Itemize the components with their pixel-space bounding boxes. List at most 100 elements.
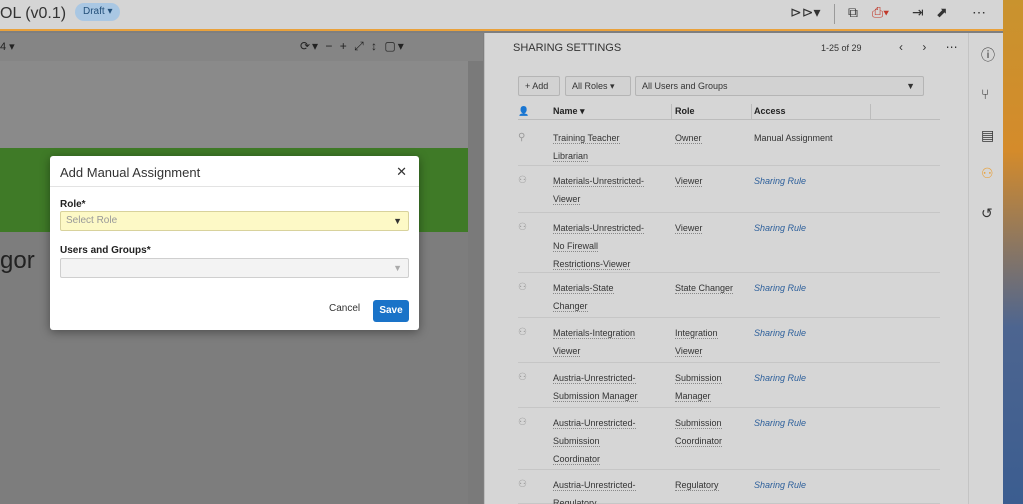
table-row[interactable]: ⚇ Austria-Unrestricted- Submission Manager… bbox=[518, 363, 940, 408]
cancel-button[interactable]: Cancel bbox=[329, 303, 360, 314]
table-row[interactable]: ⚇ Materials-Unrestricted- Viewer Viewer Shar… bbox=[518, 166, 940, 213]
document-icon[interactable]: ▤ bbox=[981, 127, 994, 144]
users-groups-select[interactable]: ▼ bbox=[60, 258, 409, 278]
row-role-line: Submission bbox=[675, 373, 722, 384]
row-role[interactable]: Submission Manager bbox=[675, 369, 753, 405]
row-role[interactable]: Regulatory bbox=[675, 476, 753, 494]
copy-icon[interactable]: ⧉ bbox=[848, 4, 858, 21]
table-row[interactable]: ⚇ Materials-Unrestricted- No Firewall Restr… bbox=[518, 213, 940, 273]
row-role[interactable]: State Changer bbox=[675, 279, 753, 297]
row-name-line: Viewer bbox=[553, 346, 581, 357]
group-icon: ⚇ bbox=[518, 479, 527, 490]
role-select[interactable]: Select Role ▼ bbox=[60, 211, 409, 231]
row-access[interactable]: Sharing Rule bbox=[754, 279, 806, 297]
table-row[interactable]: ⚇ Austria-Unrestricted- Regulatory Regulato… bbox=[518, 470, 940, 504]
export-icon[interactable]: ⇥ bbox=[912, 4, 924, 21]
document-title: OL (v0.1) bbox=[0, 5, 67, 22]
roles-filter-label: All Roles bbox=[572, 81, 608, 91]
sharing-settings-panel: SHARING SETTINGS 1-25 of 29 ‹ › ⋯ + Add … bbox=[484, 33, 968, 504]
group-icon: ⚇ bbox=[518, 327, 527, 338]
row-name-line: Restrictions-Viewer bbox=[553, 259, 631, 270]
role-label: Role* bbox=[60, 199, 86, 210]
viewer-toolbar: 4 ▾ ⟳▾ − + ⤢ ↕ ▢▾ bbox=[0, 33, 483, 61]
dialog-title: Add Manual Assignment bbox=[60, 165, 201, 180]
more-icon[interactable]: ⋯ bbox=[972, 4, 986, 21]
row-role-line: Submission bbox=[675, 418, 722, 429]
column-name-label: Name bbox=[553, 106, 578, 116]
table-row[interactable]: ⚲ Training Teacher Librarian Owner Manual As… bbox=[518, 123, 940, 166]
row-name[interactable]: Austria-Unrestricted- Submission Coordinat… bbox=[553, 414, 668, 468]
top-bar: OL (v0.1) Draft ▾ ⊳⊳▾ ⧉ ⎙▾ ⇥ ⬈ ⋯ bbox=[0, 0, 1003, 31]
column-access: Access bbox=[754, 106, 786, 116]
row-name-line: Materials-Unrestricted- bbox=[553, 176, 645, 187]
row-role[interactable]: Viewer bbox=[675, 219, 753, 237]
row-access[interactable]: Sharing Rule bbox=[754, 172, 806, 190]
row-access[interactable]: Sharing Rule bbox=[754, 369, 806, 387]
row-name-line: Coordinator bbox=[553, 454, 601, 465]
person-icon: 👤 bbox=[518, 106, 530, 116]
row-role[interactable]: Viewer bbox=[675, 172, 753, 190]
row-name-line: Materials-State bbox=[553, 283, 614, 294]
row-role-line: Coordinator bbox=[675, 436, 723, 447]
group-icon: ⚇ bbox=[518, 417, 527, 428]
save-button[interactable]: Save bbox=[373, 300, 409, 322]
row-role-line: Regulatory bbox=[675, 480, 719, 491]
add-manual-assignment-dialog: Add Manual Assignment ✕ Role* Select Rol… bbox=[50, 156, 419, 330]
column-divider bbox=[671, 104, 672, 120]
page-indicator[interactable]: 4 ▾ bbox=[0, 40, 15, 53]
info-icon[interactable]: ⓘ bbox=[981, 45, 995, 65]
row-access[interactable]: Sharing Rule bbox=[754, 414, 806, 432]
workflow-icon[interactable]: ⊳⊳▾ bbox=[790, 4, 821, 21]
history-icon[interactable]: ↺ bbox=[981, 205, 993, 222]
table-row[interactable]: ⚇ Materials-State Changer State Changer Shar… bbox=[518, 273, 940, 318]
document-area-top bbox=[0, 61, 468, 148]
row-name-line: Viewer bbox=[553, 194, 581, 205]
row-name[interactable]: Materials-State Changer bbox=[553, 279, 668, 315]
add-button[interactable]: + Add bbox=[518, 76, 560, 96]
row-name-line: Librarian bbox=[553, 151, 589, 162]
draft-label: Draft bbox=[83, 6, 105, 17]
row-role-line: Viewer bbox=[675, 176, 703, 187]
row-access: Manual Assignment bbox=[754, 133, 833, 143]
pagination-controls[interactable]: ‹ › ⋯ bbox=[899, 40, 966, 54]
row-access[interactable]: Sharing Rule bbox=[754, 324, 806, 342]
row-name[interactable]: Austria-Unrestricted- Submission Manager bbox=[553, 369, 668, 405]
users-groups-filter[interactable]: All Users and Groups ▼ bbox=[635, 76, 924, 96]
row-role-line: Manager bbox=[675, 391, 711, 402]
row-name[interactable]: Austria-Unrestricted- Regulatory bbox=[553, 476, 668, 504]
close-icon[interactable]: ✕ bbox=[396, 164, 407, 180]
pdf-icon[interactable]: ⎙▾ bbox=[872, 4, 889, 21]
row-name[interactable]: Materials-Unrestricted- Viewer bbox=[553, 172, 668, 208]
row-name-line: Materials-Unrestricted- bbox=[553, 223, 645, 234]
row-name-line: Austria-Unrestricted- bbox=[553, 480, 636, 491]
users-groups-label: Users and Groups* bbox=[60, 245, 151, 256]
sharing-icon[interactable]: ⚇ bbox=[981, 165, 994, 182]
column-divider bbox=[751, 104, 752, 120]
column-name[interactable]: Name ▾ bbox=[553, 106, 585, 117]
row-name[interactable]: Materials-Unrestricted- No Firewall Restri… bbox=[553, 219, 668, 273]
branch-icon[interactable]: ⑂ bbox=[981, 86, 989, 102]
row-name[interactable]: Training Teacher Librarian bbox=[553, 129, 668, 165]
row-access[interactable]: Sharing Rule bbox=[754, 219, 806, 237]
row-name[interactable]: Materials-Integration Viewer bbox=[553, 324, 668, 360]
row-role[interactable]: Submission Coordinator bbox=[675, 414, 753, 450]
status-badge[interactable]: Draft ▾ bbox=[75, 3, 121, 21]
table-row[interactable]: ⚇ Materials-Integration Viewer Integration V… bbox=[518, 318, 940, 363]
row-name-line: Submission bbox=[553, 436, 600, 447]
row-access[interactable]: Sharing Rule bbox=[754, 476, 806, 494]
pagination-count: 1-25 of 29 bbox=[821, 43, 862, 53]
row-role[interactable]: Integration Viewer bbox=[675, 324, 753, 360]
document-text-fragment: gor bbox=[0, 247, 35, 274]
row-role-line: State Changer bbox=[675, 283, 734, 294]
viewer-tools[interactable]: ⟳▾ − + ⤢ ↕ ▢▾ bbox=[300, 39, 406, 54]
open-external-icon[interactable]: ⬈ bbox=[936, 4, 948, 21]
row-role[interactable]: Owner bbox=[675, 129, 753, 147]
window-edge bbox=[1003, 0, 1023, 504]
row-name-line: Training Teacher bbox=[553, 133, 620, 144]
row-name-line: Austria-Unrestricted- bbox=[553, 373, 636, 384]
side-rail: ⓘ ⑂ ▤ ⚇ ↺ bbox=[968, 33, 1003, 504]
roles-filter[interactable]: All Roles ▾ bbox=[565, 76, 631, 96]
table-row[interactable]: ⚇ Austria-Unrestricted- Submission Coordina… bbox=[518, 408, 940, 470]
column-divider bbox=[870, 104, 871, 120]
users-filter-label: All Users and Groups bbox=[642, 81, 728, 91]
